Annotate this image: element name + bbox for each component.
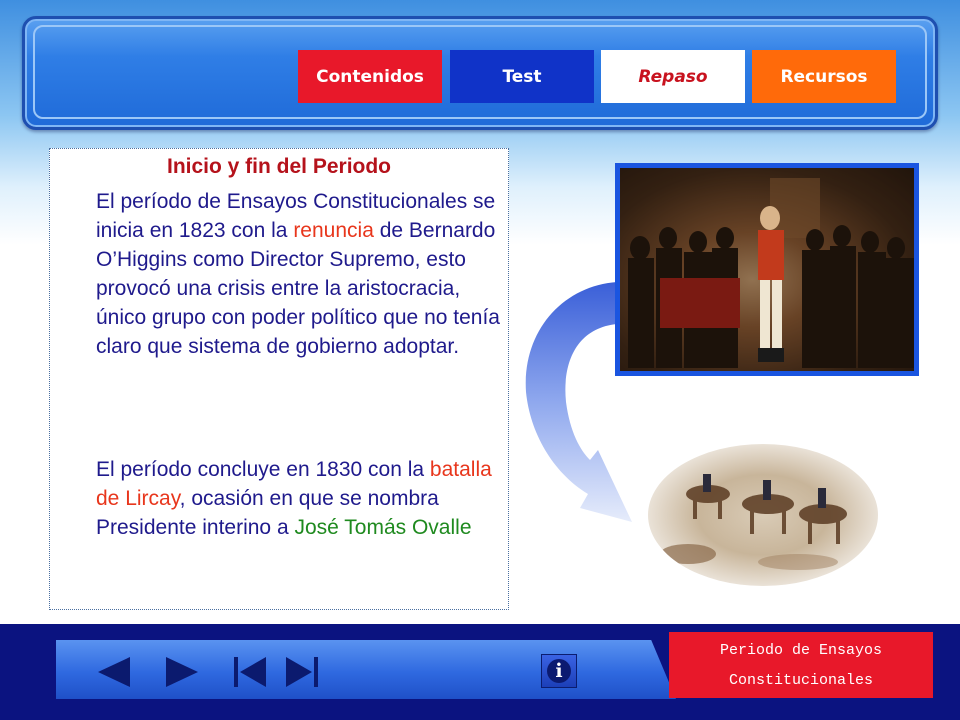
ohiggins-abdication-painting <box>615 163 919 376</box>
nav-tabs: Contenidos Test Repaso Recursos <box>298 50 896 103</box>
footer-title-line1: Periodo de Ensayos <box>719 642 883 659</box>
tab-repaso[interactable]: Repaso <box>601 50 745 103</box>
tab-test[interactable]: Test <box>450 50 594 103</box>
paragraph-end: El período concluye en 1830 con la batal… <box>96 455 506 542</box>
first-icon[interactable] <box>232 656 268 688</box>
last-icon[interactable] <box>284 656 320 688</box>
footer-nav-bar <box>56 640 676 699</box>
battle-figures <box>660 474 847 570</box>
lircay-battle-image <box>648 444 878 586</box>
renuncia-highlight: renuncia <box>293 219 374 242</box>
content-text-box: Inicio y fin del Periodo El período de E… <box>49 148 509 610</box>
footer-title-line2: Constitucionales <box>728 672 874 689</box>
info-icon: i <box>547 659 571 683</box>
tab-recursos[interactable]: Recursos <box>752 50 896 103</box>
previous-icon[interactable] <box>96 656 132 688</box>
next-icon[interactable] <box>164 656 200 688</box>
section-title: Inicio y fin del Periodo <box>166 155 392 178</box>
ovalle-highlight: José Tomás Ovalle <box>294 516 472 539</box>
paragraph-start: El período de Ensayos Constitucionales s… <box>96 187 506 361</box>
paragraph-end-text-a: El período concluye en 1830 con la <box>96 458 430 481</box>
footer-title: Periodo de Ensayos Constitucionales <box>669 632 933 698</box>
info-button[interactable]: i <box>541 654 577 688</box>
painting-figures <box>620 168 914 371</box>
footer: i Periodo de Ensayos Constitucionales <box>0 624 960 720</box>
tab-contenidos[interactable]: Contenidos <box>298 50 442 103</box>
